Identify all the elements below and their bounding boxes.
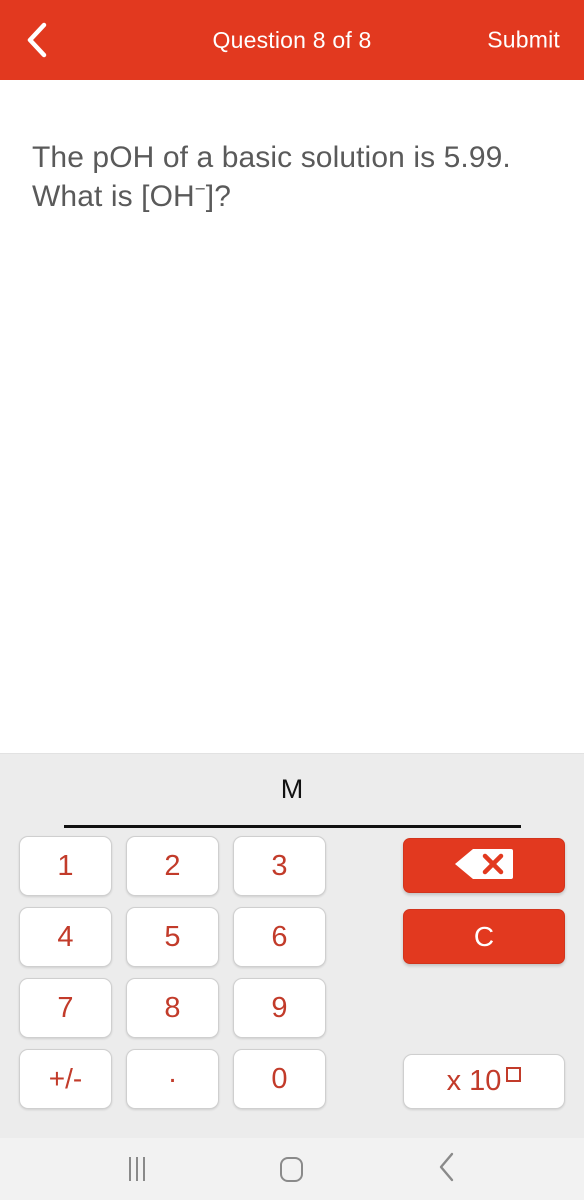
backspace-icon [453,847,515,883]
app-header: Question 8 of 8 Submit [0,0,584,80]
android-navigation-bar [0,1138,584,1200]
key-9[interactable]: 9 [233,978,326,1038]
key-7[interactable]: 7 [19,978,112,1038]
question-area: The pOH of a basic solution is 5.99. Wha… [0,80,584,753]
submit-button[interactable]: Submit [485,21,562,60]
nav-recents-button[interactable] [102,1146,172,1192]
question-text: The pOH of a basic solution is 5.99. Wha… [32,138,552,216]
nav-home-button[interactable] [257,1146,327,1192]
number-key-grid: 1 2 3 4 5 6 7 8 9 +/- . 0 [19,836,326,1109]
key-8[interactable]: 8 [126,978,219,1038]
key-3[interactable]: 3 [233,836,326,896]
question-superscript-minus: − [194,178,206,199]
home-icon [280,1156,304,1182]
back-icon [437,1151,457,1188]
answer-unit-label: M [280,774,304,804]
key-5[interactable]: 5 [126,907,219,967]
key-plus-minus[interactable]: +/- [19,1049,112,1109]
backspace-button[interactable] [403,838,565,893]
keypad: 1 2 3 4 5 6 7 8 9 +/- . 0 C x 10 [0,836,584,1109]
key-0[interactable]: 0 [233,1049,326,1109]
answer-input-underline [64,825,521,828]
exponent-button[interactable]: x 10 [403,1054,565,1109]
key-6[interactable]: 6 [233,907,326,967]
exponent-label: x 10 [446,1065,502,1097]
key-4[interactable]: 4 [19,907,112,967]
key-1[interactable]: 1 [19,836,112,896]
action-key-column: C x 10 [403,836,565,1109]
question-line-1: The pOH of a basic solution is [32,141,436,174]
key-2[interactable]: 2 [126,836,219,896]
app-root: Question 8 of 8 Submit The pOH of a basi… [0,0,584,1200]
empty-square-icon [506,1067,522,1082]
answer-input-row[interactable]: M [0,754,584,836]
recents-icon [129,1157,146,1181]
key-decimal-point[interactable]: . [126,1049,219,1109]
nav-back-button[interactable] [412,1146,482,1192]
calculator-panel: M 1 2 3 4 5 6 7 8 9 +/- . 0 C x 10 [0,753,584,1138]
clear-button[interactable]: C [403,909,565,964]
question-line-2-suffix: ]? [205,180,231,213]
